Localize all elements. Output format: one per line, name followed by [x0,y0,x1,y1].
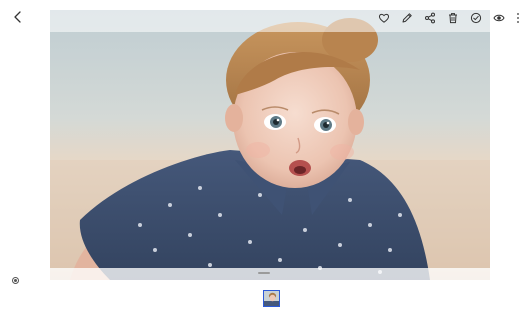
trash-icon [449,13,457,24]
details-row [12,274,25,286]
share-button[interactable] [423,11,437,25]
radio-icon[interactable] [12,276,19,284]
photo-viewer-screen [0,0,527,311]
rotate-sparkle-icon [470,12,482,24]
share-icon [425,12,435,24]
delete-button[interactable] [446,11,460,25]
heart-icon [378,13,390,23]
more-options-button[interactable] [515,11,521,25]
chevron-left-icon [14,11,21,23]
bixby-vision-button[interactable] [492,11,506,25]
edit-button[interactable] [400,11,414,25]
eye-icon [493,14,505,22]
top-toolbar [0,0,527,34]
remaster-button[interactable] [469,11,483,25]
pencil-icon [402,13,412,23]
filmstrip-thumbnail[interactable] [263,290,280,307]
drag-handle[interactable] [258,272,270,274]
main-photo[interactable] [50,10,490,280]
favorite-button[interactable] [377,11,391,25]
action-icons [368,10,521,26]
back-button[interactable] [10,9,26,25]
more-vertical-icon [517,13,519,23]
